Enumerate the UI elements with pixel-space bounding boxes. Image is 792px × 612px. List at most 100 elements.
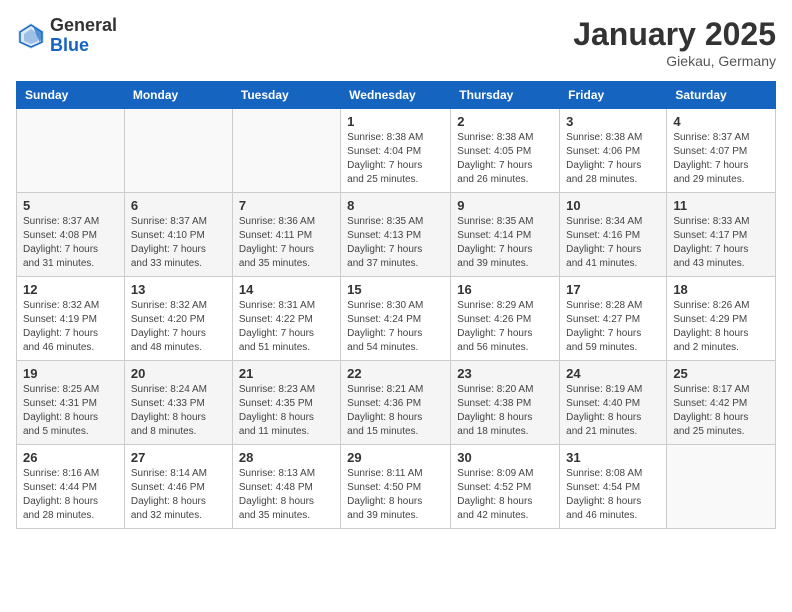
day-number: 24 xyxy=(566,366,660,381)
day-number: 7 xyxy=(239,198,334,213)
calendar-cell: 5 Sunrise: 8:37 AM Sunset: 4:08 PM Daylig… xyxy=(17,193,125,277)
logo: General Blue xyxy=(16,16,117,56)
day-info: Sunrise: 8:19 AM Sunset: 4:40 PM Dayligh… xyxy=(566,383,660,439)
weekday-header-tuesday: Tuesday xyxy=(232,82,340,109)
logo-text: General Blue xyxy=(50,16,117,56)
day-number: 3 xyxy=(566,114,660,129)
day-info: Sunrise: 8:23 AM Sunset: 4:35 PM Dayligh… xyxy=(239,383,334,439)
calendar-cell: 30Sunrise: 8:09 AM Sunset: 4:52 PM Dayli… xyxy=(451,445,560,529)
day-info: Sunrise: 8:35 AM Sunset: 4:13 PM Dayligh… xyxy=(347,215,444,271)
calendar-cell: 15 Sunrise: 8:30 AM Sunset: 4:24 PM Dayli… xyxy=(341,277,451,361)
day-number: 26 xyxy=(23,450,118,465)
day-info: Sunrise: 8:31 AM Sunset: 4:22 PM Dayligh… xyxy=(239,299,334,355)
calendar-cell: 6Sunrise: 8:37 AM Sunset: 4:10 PM Daylig… xyxy=(124,193,232,277)
calendar-cell: 23 Sunrise: 8:20 AM Sunset: 4:38 PM Dayli… xyxy=(451,361,560,445)
day-number: 15 xyxy=(347,282,444,297)
calendar-cell: 2Sunrise: 8:38 AM Sunset: 4:05 PM Daylig… xyxy=(451,109,560,193)
day-number: 19 xyxy=(23,366,118,381)
calendar-cell: 13 Sunrise: 8:32 AM Sunset: 4:20 PM Dayli… xyxy=(124,277,232,361)
day-info: Sunrise: 8:28 AM Sunset: 4:27 PM Dayligh… xyxy=(566,299,660,355)
day-info: Sunrise: 8:30 AM Sunset: 4:24 PM Dayligh… xyxy=(347,299,444,355)
calendar-week-row: 1 Sunrise: 8:38 AM Sunset: 4:04 PM Daylig… xyxy=(17,109,776,193)
day-info: Sunrise: 8:38 AM Sunset: 4:04 PM Dayligh… xyxy=(347,131,444,187)
calendar-cell: 21 Sunrise: 8:23 AM Sunset: 4:35 PM Dayli… xyxy=(232,361,340,445)
day-info: Sunrise: 8:17 AM Sunset: 4:42 PM Dayligh… xyxy=(673,383,769,439)
day-info: Sunrise: 8:29 AM Sunset: 4:26 PM Dayligh… xyxy=(457,299,553,355)
day-info: Sunrise: 8:34 AM Sunset: 4:16 PM Dayligh… xyxy=(566,215,660,271)
day-number: 6 xyxy=(131,198,226,213)
weekday-header-saturday: Saturday xyxy=(667,82,776,109)
day-number: 29 xyxy=(347,450,444,465)
calendar-cell: 27Sunrise: 8:14 AM Sunset: 4:46 PM Dayli… xyxy=(124,445,232,529)
day-number: 16 xyxy=(457,282,553,297)
day-number: 1 xyxy=(347,114,444,129)
weekday-header-wednesday: Wednesday xyxy=(341,82,451,109)
day-info: Sunrise: 8:35 AM Sunset: 4:14 PM Dayligh… xyxy=(457,215,553,271)
calendar-cell xyxy=(232,109,340,193)
day-number: 13 xyxy=(131,282,226,297)
weekday-header-monday: Monday xyxy=(124,82,232,109)
day-info: Sunrise: 8:37 AM Sunset: 4:07 PM Dayligh… xyxy=(673,131,769,187)
weekday-header-sunday: Sunday xyxy=(17,82,125,109)
calendar-cell xyxy=(17,109,125,193)
day-number: 31 xyxy=(566,450,660,465)
location: Giekau, Germany xyxy=(573,53,776,69)
logo-general: General xyxy=(50,16,117,36)
day-number: 4 xyxy=(673,114,769,129)
day-number: 28 xyxy=(239,450,334,465)
day-info: Sunrise: 8:21 AM Sunset: 4:36 PM Dayligh… xyxy=(347,383,444,439)
calendar-cell: 1 Sunrise: 8:38 AM Sunset: 4:04 PM Daylig… xyxy=(341,109,451,193)
day-number: 10 xyxy=(566,198,660,213)
day-info: Sunrise: 8:26 AM Sunset: 4:29 PM Dayligh… xyxy=(673,299,769,355)
calendar-header-row: SundayMondayTuesdayWednesdayThursdayFrid… xyxy=(17,82,776,109)
calendar-cell: 28 Sunrise: 8:13 AM Sunset: 4:48 PM Dayli… xyxy=(232,445,340,529)
day-number: 17 xyxy=(566,282,660,297)
calendar-cell xyxy=(124,109,232,193)
day-number: 21 xyxy=(239,366,334,381)
day-number: 14 xyxy=(239,282,334,297)
calendar-cell: 8 Sunrise: 8:35 AM Sunset: 4:13 PM Daylig… xyxy=(341,193,451,277)
day-number: 23 xyxy=(457,366,553,381)
day-info: Sunrise: 8:13 AM Sunset: 4:48 PM Dayligh… xyxy=(239,467,334,523)
calendar-cell: 7Sunrise: 8:36 AM Sunset: 4:11 PM Daylig… xyxy=(232,193,340,277)
calendar-cell: 25Sunrise: 8:17 AM Sunset: 4:42 PM Dayli… xyxy=(667,361,776,445)
day-info: Sunrise: 8:20 AM Sunset: 4:38 PM Dayligh… xyxy=(457,383,553,439)
day-number: 11 xyxy=(673,198,769,213)
calendar-week-row: 12Sunrise: 8:32 AM Sunset: 4:19 PM Dayli… xyxy=(17,277,776,361)
calendar-cell: 19 Sunrise: 8:25 AM Sunset: 4:31 PM Dayli… xyxy=(17,361,125,445)
day-number: 8 xyxy=(347,198,444,213)
calendar-cell: 31Sunrise: 8:08 AM Sunset: 4:54 PM Dayli… xyxy=(560,445,667,529)
calendar-cell xyxy=(667,445,776,529)
calendar-cell: 26 Sunrise: 8:16 AM Sunset: 4:44 PM Dayli… xyxy=(17,445,125,529)
day-number: 9 xyxy=(457,198,553,213)
day-info: Sunrise: 8:37 AM Sunset: 4:08 PM Dayligh… xyxy=(23,215,118,271)
day-info: Sunrise: 8:33 AM Sunset: 4:17 PM Dayligh… xyxy=(673,215,769,271)
calendar-week-row: 5 Sunrise: 8:37 AM Sunset: 4:08 PM Daylig… xyxy=(17,193,776,277)
day-info: Sunrise: 8:24 AM Sunset: 4:33 PM Dayligh… xyxy=(131,383,226,439)
calendar-cell: 24 Sunrise: 8:19 AM Sunset: 4:40 PM Dayli… xyxy=(560,361,667,445)
calendar-cell: 16 Sunrise: 8:29 AM Sunset: 4:26 PM Dayli… xyxy=(451,277,560,361)
day-info: Sunrise: 8:32 AM Sunset: 4:20 PM Dayligh… xyxy=(131,299,226,355)
day-info: Sunrise: 8:25 AM Sunset: 4:31 PM Dayligh… xyxy=(23,383,118,439)
month-title: January 2025 xyxy=(573,16,776,53)
day-info: Sunrise: 8:16 AM Sunset: 4:44 PM Dayligh… xyxy=(23,467,118,523)
weekday-header-friday: Friday xyxy=(560,82,667,109)
day-number: 2 xyxy=(457,114,553,129)
weekday-header-thursday: Thursday xyxy=(451,82,560,109)
day-number: 5 xyxy=(23,198,118,213)
logo-icon xyxy=(16,21,46,51)
day-number: 30 xyxy=(457,450,553,465)
title-block: January 2025 Giekau, Germany xyxy=(573,16,776,69)
day-info: Sunrise: 8:38 AM Sunset: 4:06 PM Dayligh… xyxy=(566,131,660,187)
calendar-week-row: 26 Sunrise: 8:16 AM Sunset: 4:44 PM Dayli… xyxy=(17,445,776,529)
calendar-cell: 22 Sunrise: 8:21 AM Sunset: 4:36 PM Dayli… xyxy=(341,361,451,445)
calendar-table: SundayMondayTuesdayWednesdayThursdayFrid… xyxy=(16,81,776,529)
calendar-cell: 11 Sunrise: 8:33 AM Sunset: 4:17 PM Dayli… xyxy=(667,193,776,277)
calendar-cell: 12Sunrise: 8:32 AM Sunset: 4:19 PM Dayli… xyxy=(17,277,125,361)
day-number: 20 xyxy=(131,366,226,381)
day-number: 27 xyxy=(131,450,226,465)
day-number: 18 xyxy=(673,282,769,297)
calendar-cell: 20 Sunrise: 8:24 AM Sunset: 4:33 PM Dayli… xyxy=(124,361,232,445)
day-number: 22 xyxy=(347,366,444,381)
page-header: General Blue January 2025 Giekau, German… xyxy=(16,16,776,69)
